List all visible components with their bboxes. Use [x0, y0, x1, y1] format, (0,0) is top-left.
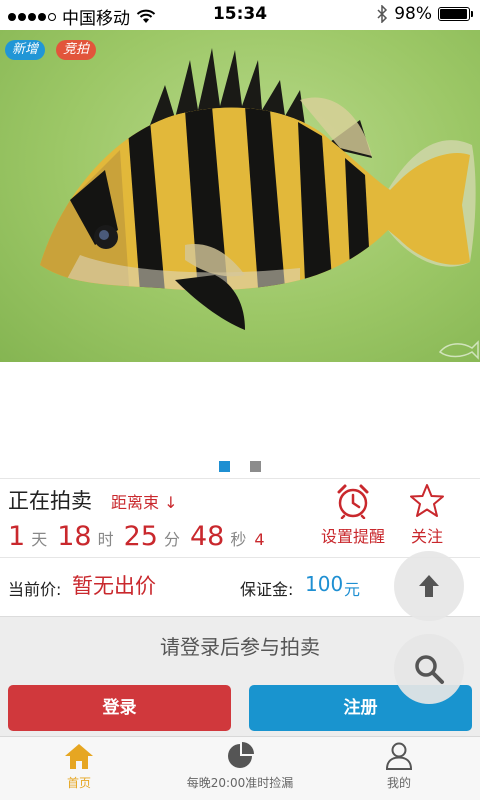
set-reminder-label: 设置提醒: [320, 527, 385, 546]
tab-nightly-deals-label: 每晚20:00准时捡漏: [186, 776, 294, 790]
new-tag: 新增: [5, 40, 46, 60]
tab-me[interactable]: 我的: [364, 737, 434, 800]
login-button[interactable]: 登录: [8, 685, 231, 731]
battery-icon: [438, 7, 473, 21]
deposit-unit: 元: [344, 580, 361, 599]
pie-chart-icon: [228, 742, 254, 768]
star-icon: [410, 484, 444, 517]
carousel-dot-1[interactable]: [219, 461, 230, 472]
countdown-hours: 18: [57, 521, 92, 552]
search-button[interactable]: [394, 634, 464, 704]
search-icon: [415, 655, 444, 684]
countdown-days-unit: 天: [31, 530, 48, 549]
tab-home-label: 首页: [66, 776, 91, 790]
countdown-seconds-unit: 秒: [230, 530, 247, 549]
deposit-value: 100: [305, 572, 344, 596]
carousel-indicator: [0, 461, 480, 473]
countdown-label: 距离束 ↓: [111, 493, 178, 512]
tab-nightly-deals[interactable]: 每晚20:00准时捡漏: [170, 737, 310, 800]
alarm-clock-icon: [337, 484, 369, 519]
product-banner[interactable]: 新增 竞拍: [0, 30, 480, 362]
auction-status-title: 正在拍卖: [8, 489, 92, 513]
tab-bar: 首页 每晚20:00准时捡漏 我的: [0, 736, 480, 800]
arrow-up-icon: [419, 575, 439, 597]
countdown-tenths: 4: [254, 530, 265, 549]
countdown-seconds: 48: [189, 521, 225, 552]
set-reminder-button[interactable]: 设置提醒: [317, 483, 389, 547]
auction-tag: 竞拍: [56, 40, 97, 60]
user-icon: [385, 742, 413, 770]
battery-percent: 98%: [394, 4, 432, 24]
countdown-minutes: 25: [123, 521, 158, 552]
carousel-dot-2[interactable]: [250, 461, 261, 472]
follow-button[interactable]: 关注: [404, 483, 450, 547]
tab-home[interactable]: 首页: [44, 737, 114, 800]
countdown-minutes-unit: 分: [163, 530, 180, 549]
home-icon: [65, 744, 93, 769]
tiger-fish-image: [40, 48, 479, 360]
status-bar: 中国移动 15:34 98%: [0, 0, 480, 30]
countdown-hours-unit: 时: [97, 530, 114, 549]
watermark-fish-icon: [438, 340, 479, 360]
auction-info: 正在拍卖 距离束 ↓ 1 天 18 时 25 分 48 秒 4 设置提醒 关注: [0, 478, 480, 558]
countdown-days: 1: [8, 521, 26, 552]
current-price-value: 暂无出价: [72, 574, 156, 598]
deposit-label: 保证金:: [240, 580, 294, 599]
tab-me-label: 我的: [386, 776, 411, 790]
follow-label: 关注: [410, 527, 443, 546]
countdown-timer: 1 天 18 时 25 分 48 秒 4: [8, 521, 265, 552]
scroll-to-top-button[interactable]: [394, 551, 464, 621]
current-price-label: 当前价:: [8, 580, 62, 599]
status-right: 98%: [376, 4, 473, 24]
bluetooth-icon: [377, 5, 388, 23]
